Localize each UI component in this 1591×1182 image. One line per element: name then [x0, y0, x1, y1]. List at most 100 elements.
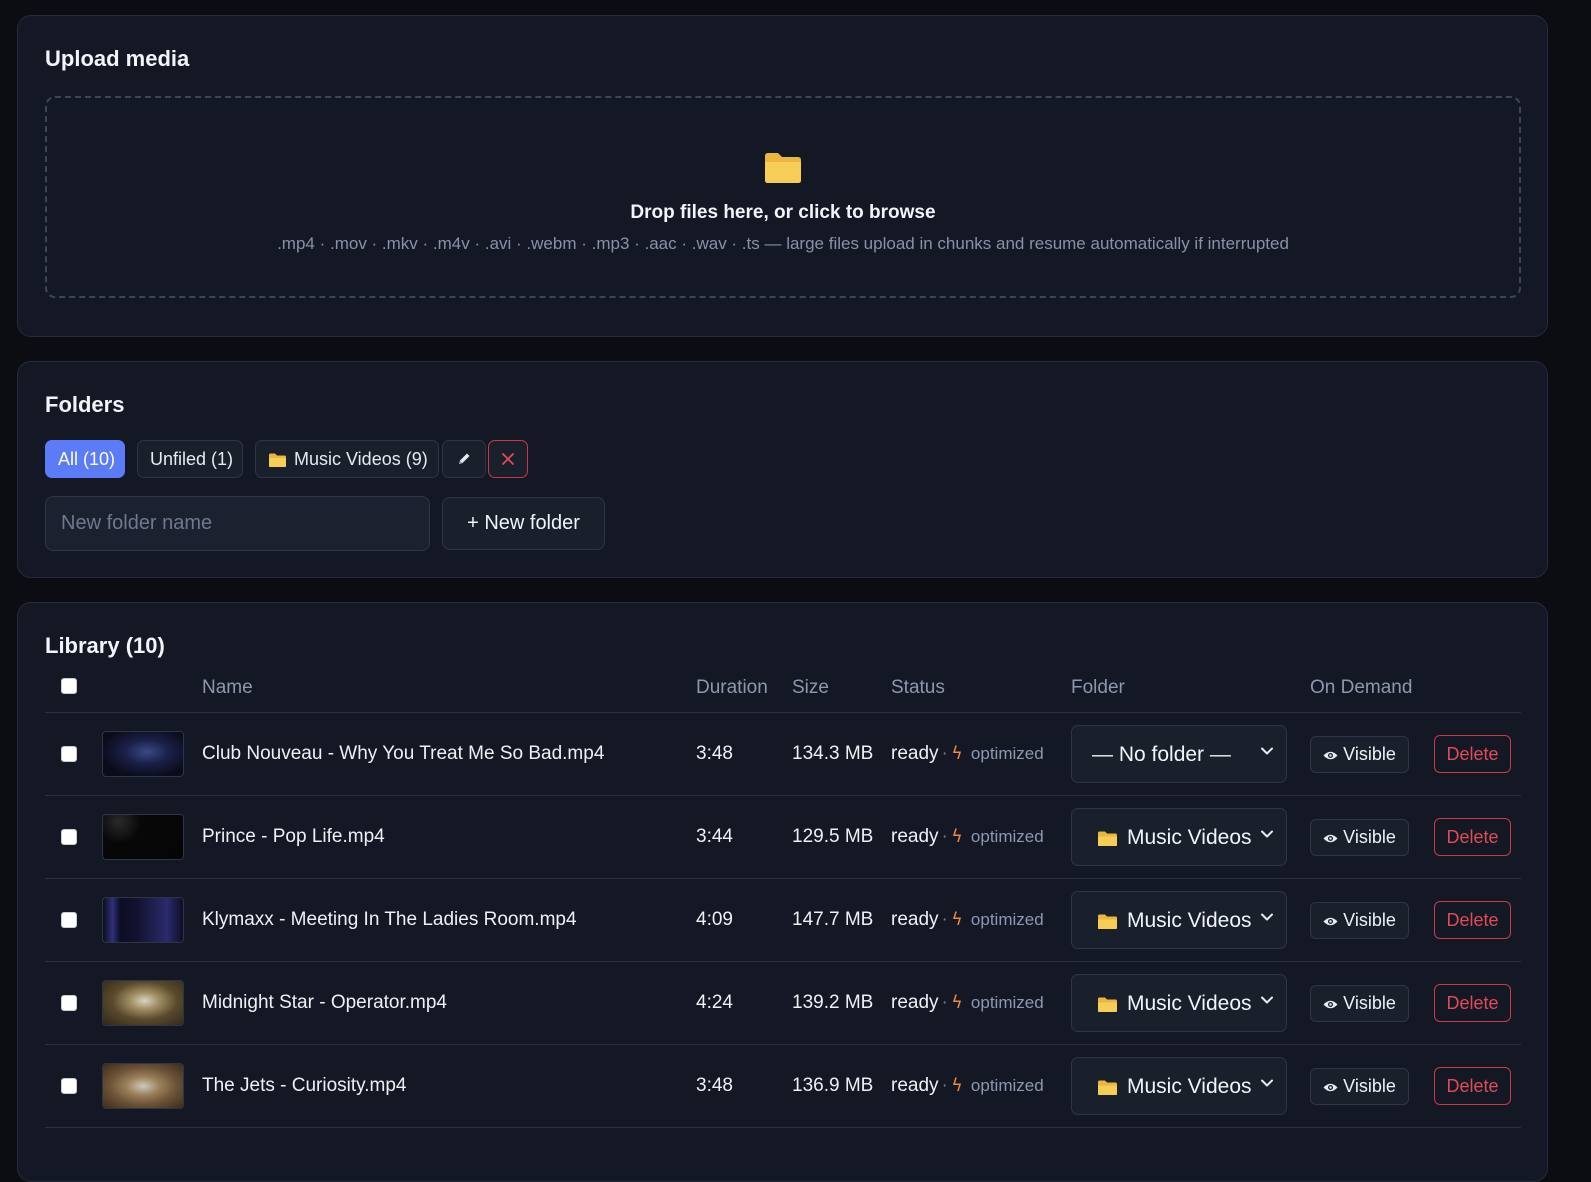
- folder-icon: [765, 153, 801, 183]
- visibility-toggle[interactable]: Visible: [1310, 985, 1409, 1022]
- column-header-status[interactable]: Status: [891, 677, 945, 699]
- lightning-icon: ϟ: [952, 1075, 962, 1096]
- folder-chip-label: Unfiled (1): [150, 449, 234, 469]
- folder-select-value: Music Videos: [1127, 992, 1252, 1015]
- delete-folder-button[interactable]: [488, 440, 528, 478]
- media-size: 136.9 MB: [792, 1075, 874, 1096]
- eye-icon: [1323, 1000, 1338, 1009]
- media-status: ready · ϟ optimized: [891, 1075, 1044, 1097]
- folder-select[interactable]: Music Videos: [1071, 1057, 1287, 1115]
- folder-select[interactable]: — No folder —: [1071, 725, 1287, 783]
- status-text: ready: [891, 743, 939, 764]
- status-separator: ·: [941, 992, 948, 1013]
- folder-select-value: Music Videos: [1127, 909, 1252, 932]
- new-folder-name-input[interactable]: [45, 496, 430, 551]
- lightning-icon: ϟ: [952, 826, 962, 847]
- table-row: The Jets - Curiosity.mp4 3:48 136.9 MB r…: [45, 1045, 1521, 1128]
- video-thumbnail: [102, 897, 184, 943]
- folder-chip-unfiled[interactable]: Unfiled (1): [137, 440, 243, 478]
- new-folder-button[interactable]: + New folder: [442, 497, 605, 550]
- status-separator: ·: [941, 909, 948, 930]
- media-duration: 3:44: [696, 826, 733, 847]
- visibility-toggle[interactable]: Visible: [1310, 736, 1409, 773]
- column-header-duration[interactable]: Duration: [696, 677, 768, 699]
- pencil-icon: [459, 453, 470, 464]
- media-duration: 4:09: [696, 909, 733, 930]
- media-duration: 4:24: [696, 992, 733, 1013]
- table-row: Midnight Star - Operator.mp4 4:24 139.2 …: [45, 962, 1521, 1045]
- chevron-down-icon: [1261, 1079, 1273, 1087]
- column-header-on-demand[interactable]: On Demand: [1310, 677, 1412, 699]
- visibility-label: Visible: [1343, 744, 1396, 764]
- delete-button[interactable]: Delete: [1434, 1067, 1511, 1105]
- table-row: Klymaxx - Meeting In The Ladies Room.mp4…: [45, 879, 1521, 962]
- status-text: ready: [891, 992, 939, 1013]
- visibility-toggle[interactable]: Visible: [1310, 902, 1409, 939]
- visibility-label: Visible: [1343, 993, 1396, 1013]
- row-checkbox[interactable]: [61, 995, 77, 1011]
- rename-folder-button[interactable]: [442, 440, 486, 478]
- optimized-label: optimized: [970, 827, 1044, 846]
- folder-icon: [269, 453, 286, 467]
- row-checkbox[interactable]: [61, 829, 77, 845]
- column-header-name[interactable]: Name: [202, 677, 253, 699]
- media-size: 147.7 MB: [792, 909, 874, 930]
- upload-title: Upload media: [45, 46, 190, 71]
- visibility-toggle[interactable]: Visible: [1310, 819, 1409, 856]
- media-size: 134.3 MB: [792, 743, 874, 764]
- close-icon: [502, 453, 514, 465]
- folder-chip-label: Music Videos (9): [294, 449, 428, 469]
- table-row: Prince - Pop Life.mp4 3:44 129.5 MB read…: [45, 796, 1521, 879]
- optimized-label: optimized: [970, 993, 1044, 1012]
- lightning-icon: ϟ: [952, 743, 962, 764]
- media-name: Club Nouveau - Why You Treat Me So Bad.m…: [202, 743, 605, 764]
- folder-select[interactable]: Music Videos: [1071, 891, 1287, 949]
- delete-button[interactable]: Delete: [1434, 901, 1511, 939]
- eye-icon: [1323, 751, 1338, 760]
- folder-select[interactable]: Music Videos: [1071, 808, 1287, 866]
- folder-chip-all[interactable]: All (10): [45, 440, 125, 478]
- media-size: 139.2 MB: [792, 992, 874, 1013]
- status-separator: ·: [941, 1075, 948, 1096]
- video-thumbnail: [102, 1063, 184, 1109]
- media-status: ready · ϟ optimized: [891, 909, 1044, 931]
- chevron-down-icon: [1261, 996, 1273, 1004]
- media-duration: 3:48: [696, 743, 733, 764]
- folders-title: Folders: [45, 392, 125, 417]
- folder-select-value: — No folder —: [1092, 743, 1231, 766]
- eye-icon: [1323, 834, 1338, 843]
- column-header-folder[interactable]: Folder: [1071, 677, 1125, 699]
- delete-button[interactable]: Delete: [1434, 735, 1511, 773]
- media-status: ready · ϟ optimized: [891, 826, 1044, 848]
- visibility-label: Visible: [1343, 1076, 1396, 1096]
- visibility-toggle[interactable]: Visible: [1310, 1068, 1409, 1105]
- chevron-down-icon: [1261, 747, 1273, 755]
- column-header-size[interactable]: Size: [792, 677, 829, 699]
- folder-icon: [1098, 831, 1117, 846]
- delete-button[interactable]: Delete: [1434, 984, 1511, 1022]
- optimized-label: optimized: [970, 744, 1044, 763]
- optimized-label: optimized: [970, 910, 1044, 929]
- delete-button[interactable]: Delete: [1434, 818, 1511, 856]
- folder-select-value: Music Videos: [1127, 1075, 1252, 1098]
- select-all-checkbox[interactable]: [61, 678, 77, 694]
- video-thumbnail: [102, 980, 184, 1026]
- folder-icon: [1098, 1080, 1117, 1095]
- table-row: Club Nouveau - Why You Treat Me So Bad.m…: [45, 713, 1521, 796]
- upload-panel: Upload media Drop files here, or click t…: [17, 15, 1548, 337]
- eye-icon: [1323, 917, 1338, 926]
- media-duration: 3:48: [696, 1075, 733, 1096]
- folder-icon: [1098, 914, 1117, 929]
- upload-dropzone[interactable]: Drop files here, or click to browse .mp4…: [45, 96, 1521, 298]
- video-thumbnail: [102, 814, 184, 860]
- media-size: 129.5 MB: [792, 826, 874, 847]
- row-checkbox[interactable]: [61, 1078, 77, 1094]
- status-separator: ·: [941, 743, 948, 764]
- folder-icon: [1098, 997, 1117, 1012]
- folder-chip-music-videos[interactable]: Music Videos (9): [255, 440, 439, 478]
- folder-select[interactable]: Music Videos: [1071, 974, 1287, 1032]
- lightning-icon: ϟ: [952, 909, 962, 930]
- row-checkbox[interactable]: [61, 912, 77, 928]
- lightning-icon: ϟ: [952, 992, 962, 1013]
- row-checkbox[interactable]: [61, 746, 77, 762]
